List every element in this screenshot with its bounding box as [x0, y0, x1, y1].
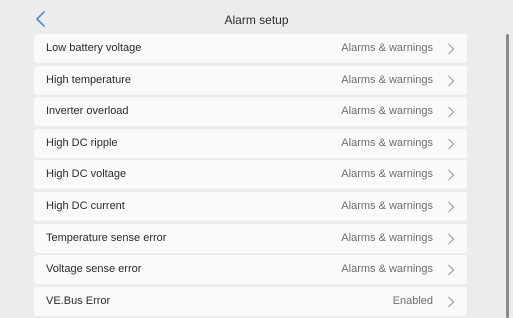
item-label: High DC current	[46, 199, 125, 212]
chevron-right-icon	[448, 233, 455, 244]
item-value: Alarms & warnings	[341, 105, 433, 118]
item-label: High DC ripple	[46, 136, 118, 149]
list-item[interactable]: High DC ripple Alarms & warnings	[34, 128, 467, 158]
chevron-right-icon	[448, 43, 455, 55]
item-value: Alarms & warnings	[341, 199, 433, 212]
list-item[interactable]: High DC voltage Alarms & warnings	[34, 160, 467, 190]
chevron-right-icon	[448, 75, 455, 86]
item-label: Low battery voltage	[46, 42, 142, 54]
chevron-right-icon	[448, 264, 455, 276]
list-item[interactable]: High DC current Alarms & warnings	[34, 191, 467, 221]
item-value: Alarms & warnings	[341, 263, 433, 276]
chevron-right-icon	[448, 138, 455, 150]
item-label: Voltage sense error	[46, 263, 142, 276]
list-item[interactable]: Voltage sense error Alarms & warnings	[34, 255, 467, 285]
chevron-right-icon	[448, 201, 455, 213]
item-label: Inverter overload	[46, 105, 129, 118]
alarm-list: Low battery voltage Alarms & warnings Hi…	[34, 34, 467, 318]
item-label: High DC voltage	[46, 168, 127, 181]
list-item[interactable]: High temperature Alarms & warnings	[34, 65, 467, 95]
list-item[interactable]: Inverter overload Alarms & warnings	[34, 97, 467, 127]
item-value: Alarms & warnings	[341, 168, 433, 181]
item-value: Enabled	[392, 294, 433, 307]
item-value: Alarms & warnings	[341, 42, 433, 54]
chevron-right-icon	[448, 106, 455, 118]
item-value: Alarms & warnings	[341, 136, 433, 149]
top-bar: Alarm setup	[0, 0, 513, 34]
list-item[interactable]: Low battery voltage Alarms & warnings	[34, 34, 467, 63]
page-title: Alarm setup	[224, 13, 289, 27]
alarm-setup-screen: Alarm setup Low battery voltage Alarms &…	[0, 0, 513, 318]
scrollbar[interactable]	[506, 34, 509, 318]
item-label: High temperature	[46, 73, 131, 86]
item-label: VE.Bus Error	[46, 294, 111, 307]
list-item[interactable]: Temperature sense error Alarms & warning…	[34, 223, 467, 253]
list-item[interactable]: VE.Bus Error Enabled	[34, 286, 467, 316]
chevron-right-icon	[448, 169, 455, 181]
item-value: Alarms & warnings	[341, 231, 433, 244]
item-value: Alarms & warnings	[341, 73, 433, 86]
item-label: Temperature sense error	[46, 231, 167, 244]
chevron-right-icon	[448, 296, 455, 308]
